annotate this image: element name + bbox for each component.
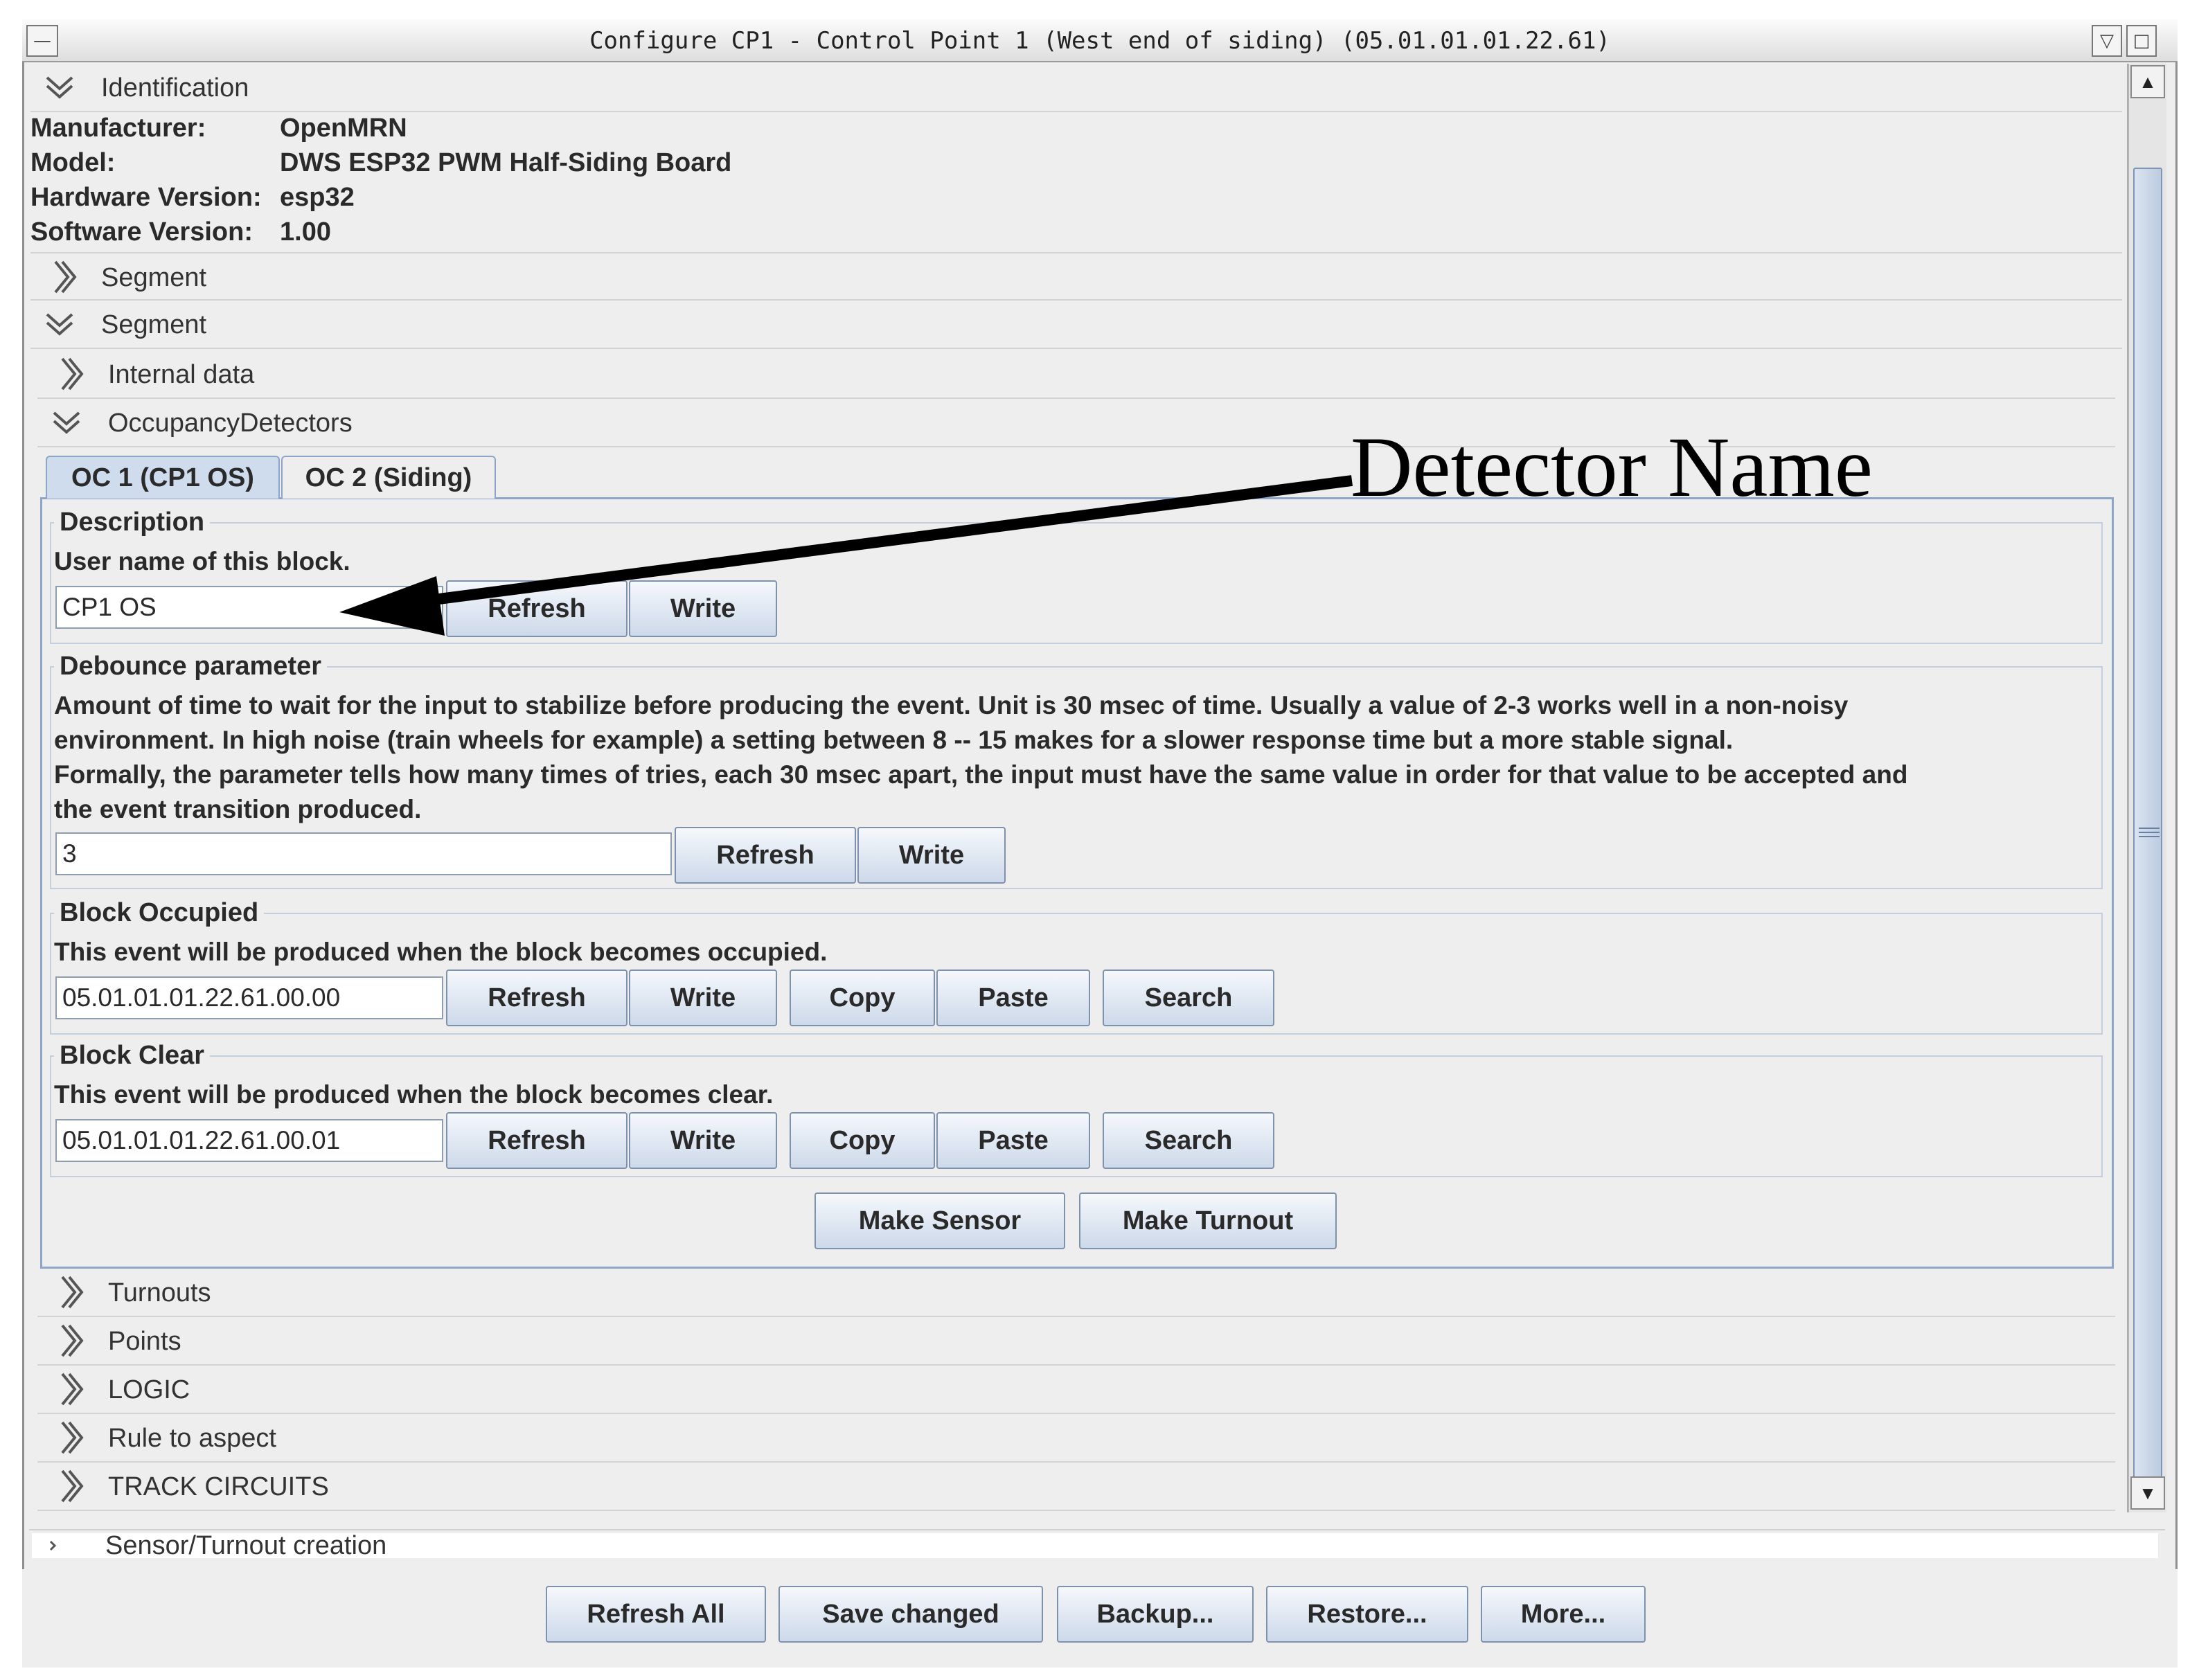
description-help: User name of this block. [54, 547, 350, 575]
refresh-button[interactable]: Refresh [446, 1112, 627, 1169]
search-button[interactable]: Search [1103, 1112, 1274, 1169]
chevron-right-icon [61, 1373, 84, 1406]
chevron-right-icon [61, 1324, 84, 1357]
minimize-icon: — [33, 30, 51, 51]
section-label: Segment [101, 263, 207, 292]
grip-icon [2139, 828, 2160, 837]
refresh-button[interactable]: Refresh [675, 827, 856, 884]
scroll-up-button[interactable]: ▲ [2130, 65, 2165, 98]
section-label: Rule to aspect [108, 1424, 276, 1453]
description-title: Description [54, 507, 211, 537]
block-occupied-title: Block Occupied [54, 897, 265, 928]
section-internal-data[interactable]: Internal data [37, 350, 2115, 399]
paste-button[interactable]: Paste [936, 1112, 1090, 1169]
section-logic[interactable]: LOGIC [37, 1366, 2115, 1414]
hardware-version-label: Hardware Version: [30, 183, 262, 212]
section-label: Turnouts [108, 1278, 211, 1307]
section-label: Internal data [108, 360, 255, 389]
maximize-button[interactable]: □ [2126, 25, 2157, 57]
clear-event-input[interactable] [55, 1119, 443, 1162]
backup-button[interactable]: Backup... [1057, 1586, 1254, 1643]
software-version-label: Software Version: [30, 217, 253, 247]
write-button[interactable]: Write [629, 1112, 777, 1169]
write-button[interactable]: Write [629, 580, 777, 637]
debounce-help-line-1: Amount of time to wait for the input to … [54, 691, 1849, 720]
refresh-button[interactable]: Refresh [446, 969, 627, 1026]
chevron-down-icon [53, 411, 80, 434]
chevron-right-icon [54, 260, 77, 294]
block-occupied-help: This event will be produced when the blo… [54, 938, 828, 966]
block-clear-title: Block Clear [54, 1040, 211, 1071]
section-segment-2[interactable]: Segment [30, 301, 2122, 349]
section-segment-1[interactable]: Segment [30, 252, 2122, 301]
section-label: LOGIC [108, 1375, 190, 1404]
debounce-help-line-4: the event transition produced. [54, 795, 422, 823]
section-label: Points [108, 1327, 181, 1356]
section-rule-to-aspect[interactable]: Rule to aspect [37, 1414, 2115, 1463]
tab-oc2[interactable]: OC 2 (Siding) [281, 456, 496, 499]
section-label: TRACK CIRCUITS [108, 1472, 329, 1501]
make-sensor-button[interactable]: Make Sensor [814, 1192, 1065, 1249]
tab-oc1[interactable]: OC 1 (CP1 OS) [46, 456, 280, 499]
chevron-right-icon [61, 1421, 84, 1454]
window-title: Configure CP1 - Control Point 1 (West en… [589, 27, 1610, 55]
chevron-right-icon [49, 1540, 57, 1551]
software-version-value: 1.00 [280, 217, 331, 247]
debounce-help-line-3: Formally, the parameter tells how many t… [54, 760, 1908, 789]
copy-button[interactable]: Copy [790, 969, 935, 1026]
section-track-circuits[interactable]: TRACK CIRCUITS [37, 1463, 2115, 1511]
manufacturer-label: Manufacturer: [30, 114, 206, 143]
restore-button[interactable]: Restore... [1266, 1586, 1468, 1643]
section-identification[interactable]: Identification [30, 64, 2122, 112]
write-button[interactable]: Write [857, 827, 1006, 884]
more-button[interactable]: More... [1481, 1586, 1646, 1643]
chevron-right-icon [61, 1469, 84, 1503]
chevron-down-icon [46, 313, 73, 336]
refresh-button[interactable]: Refresh [446, 580, 627, 637]
debounce-title: Debounce parameter [54, 651, 328, 681]
paste-button[interactable]: Paste [936, 969, 1090, 1026]
save-changed-button[interactable]: Save changed [778, 1586, 1043, 1643]
model-label: Model: [30, 148, 116, 177]
vertical-scrollbar[interactable]: ▲ ▼ [2128, 64, 2166, 1512]
chevron-right-icon [61, 357, 84, 391]
copy-button[interactable]: Copy [790, 1112, 935, 1169]
section-label: Sensor/Turnout creation [105, 1531, 387, 1560]
model-value: DWS ESP32 PWM Half-Siding Board [280, 148, 732, 177]
annotation-label: Detector Name [1351, 420, 1873, 515]
debounce-help-line-2: environment. In high noise (train wheels… [54, 726, 1734, 754]
block-name-input[interactable] [55, 586, 443, 629]
section-label: Identification [101, 73, 249, 102]
title-bar[interactable]: Configure CP1 - Control Point 1 (West en… [22, 19, 2178, 62]
sensor-turnout-row[interactable]: Sensor/Turnout creation [32, 1531, 2158, 1560]
scroll-thumb[interactable] [2133, 168, 2162, 1497]
section-label: OccupancyDetectors [108, 409, 353, 438]
restore-icon: ▽ [2100, 30, 2114, 51]
debounce-input[interactable] [55, 832, 672, 875]
block-clear-help: This event will be produced when the blo… [54, 1080, 774, 1109]
scroll-down-button[interactable]: ▼ [2130, 1476, 2165, 1510]
refresh-all-button[interactable]: Refresh All [546, 1586, 766, 1643]
arrow-up-icon: ▲ [2139, 71, 2157, 92]
occupied-event-input[interactable] [55, 976, 443, 1019]
hardware-version-value: esp32 [280, 183, 355, 212]
section-points[interactable]: Points [37, 1317, 2115, 1366]
section-label: Segment [101, 310, 207, 339]
maximize-icon: □ [2133, 30, 2151, 51]
window-menu-button[interactable]: — [26, 25, 58, 57]
chevron-right-icon [61, 1276, 84, 1309]
search-button[interactable]: Search [1103, 969, 1274, 1026]
section-turnouts[interactable]: Turnouts [37, 1269, 2115, 1317]
iconify-button[interactable]: ▽ [2092, 25, 2122, 57]
arrow-down-icon: ▼ [2139, 1483, 2157, 1503]
write-button[interactable]: Write [629, 969, 777, 1026]
chevron-down-icon [46, 76, 73, 99]
make-turnout-button[interactable]: Make Turnout [1079, 1192, 1337, 1249]
manufacturer-value: OpenMRN [280, 114, 407, 143]
